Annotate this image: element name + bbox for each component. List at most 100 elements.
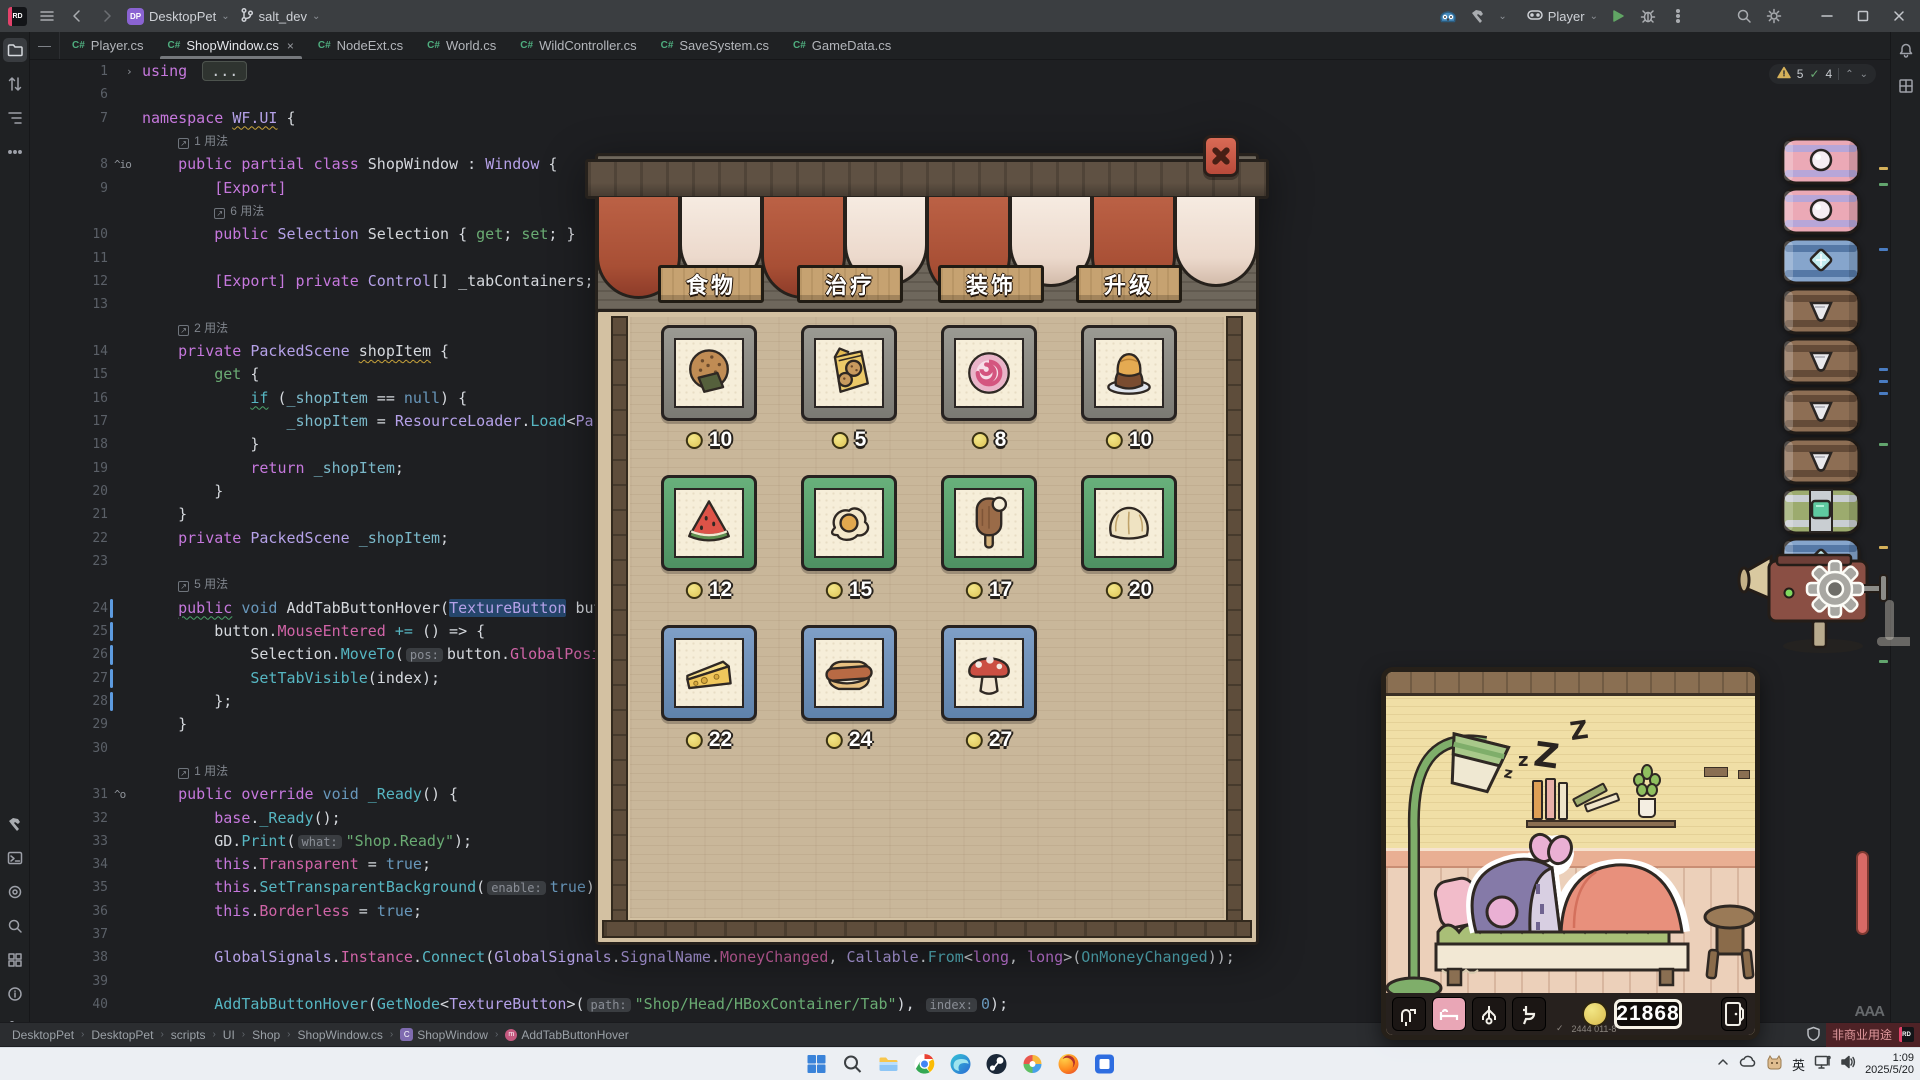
breadcrumb-item[interactable]: scripts — [171, 1028, 206, 1042]
shop-tab-2[interactable]: 治疗 — [797, 265, 903, 303]
pet-machine[interactable] — [1735, 545, 1910, 657]
shop-item-pudding[interactable] — [1081, 325, 1177, 421]
left-rail-folder-icon[interactable] — [3, 38, 27, 62]
gutter-override-icon[interactable]: ^io — [114, 153, 131, 176]
branch-widget[interactable]: salt_dev ⌄ — [240, 7, 321, 26]
file-tab-player-cs[interactable]: C#Player.cs — [60, 32, 156, 59]
breadcrumb-item[interactable]: m AddTabButtonHover — [505, 1028, 628, 1042]
taskbar-win-icon[interactable] — [804, 1052, 829, 1077]
chest-blue[interactable] — [1780, 237, 1862, 290]
settings-gear-icon[interactable] — [1764, 6, 1784, 26]
taskbar-tsearch-icon[interactable] — [840, 1052, 865, 1077]
usage-count-label[interactable]: 1 用法 — [194, 764, 228, 778]
usage-count-label[interactable]: 2 用法 — [194, 321, 228, 335]
window-minimize-button[interactable] — [1814, 5, 1840, 27]
ime-indicator[interactable]: 英 — [1792, 1055, 1805, 1074]
file-tab-savesystem-cs[interactable]: C#SaveSystem.cs — [649, 32, 781, 59]
shop-item-cookie-bag[interactable] — [801, 325, 897, 421]
journal-door-button[interactable] — [1721, 997, 1747, 1031]
prev-problem-icon[interactable]: ⌃ — [1845, 69, 1853, 80]
build-hammer-icon[interactable] — [1468, 6, 1488, 26]
shop-item-hotdog[interactable] — [801, 625, 897, 721]
right-rail-bell-icon[interactable] — [1894, 38, 1918, 62]
file-tab-nodeext-cs[interactable]: C#NodeExt.cs — [306, 32, 415, 59]
left-rail-info-icon[interactable] — [3, 982, 27, 1006]
file-tab-world-cs[interactable]: C#World.cs — [415, 32, 508, 59]
taskbar-blueapp-icon[interactable] — [1092, 1052, 1117, 1077]
more-actions-icon[interactable] — [1668, 6, 1688, 26]
taskbar-steam-icon[interactable] — [984, 1052, 1009, 1077]
file-tab-gamedata-cs[interactable]: C#GameData.cs — [781, 32, 903, 59]
gutter-override-icon[interactable]: ^o — [114, 783, 125, 806]
shop-item-cream-puff[interactable] — [801, 475, 897, 571]
chest-brown[interactable] — [1780, 337, 1862, 390]
shop-item-rice-cracker[interactable] — [661, 325, 757, 421]
main-menu-icon[interactable] — [37, 6, 57, 26]
forward-icon[interactable] — [97, 6, 117, 26]
shop-item-bread[interactable] — [1081, 475, 1177, 571]
shop-tab-3[interactable]: 装饰 — [938, 265, 1044, 303]
chest-brown[interactable] — [1780, 287, 1862, 340]
left-rail-more-icon[interactable] — [3, 140, 27, 164]
run-config-widget[interactable]: Player ⌄ — [1527, 9, 1598, 24]
file-tab-shopwindow-cs[interactable]: C#ShopWindow.cs× — [156, 32, 306, 59]
left-rail-target-icon[interactable] — [3, 880, 27, 904]
window-maximize-button[interactable] — [1850, 5, 1876, 27]
taskbar-explorer-icon[interactable] — [876, 1052, 901, 1077]
taskbar-clock[interactable]: 1:09 2025/5/20 — [1865, 1052, 1914, 1076]
license-badge[interactable]: 非商业用途 RD — [1826, 1023, 1920, 1047]
left-rail-search-icon[interactable] — [3, 914, 27, 938]
usage-count-label[interactable]: 5 用法 — [194, 577, 228, 591]
left-rail-terminal-icon[interactable] — [3, 846, 27, 870]
chest-brown[interactable] — [1780, 387, 1862, 440]
chest-pink[interactable] — [1780, 137, 1862, 190]
chest-green[interactable] — [1780, 487, 1862, 540]
pet-tray-icon[interactable] — [1766, 1054, 1783, 1075]
taskbar-chrome-icon[interactable] — [912, 1052, 937, 1077]
left-rail-commit-icon[interactable] — [3, 72, 27, 96]
chest-pink[interactable] — [1780, 187, 1862, 240]
pet-tool-chandelier[interactable] — [1472, 997, 1506, 1031]
taskbar-photos-icon[interactable] — [1020, 1052, 1045, 1077]
taskbar-firefox-icon[interactable] — [1056, 1052, 1081, 1077]
left-rail-build-icon[interactable] — [3, 948, 27, 972]
shop-item-cheese[interactable] — [661, 625, 757, 721]
breadcrumb-item[interactable]: ShopWindow.cs — [298, 1028, 383, 1042]
debug-button[interactable] — [1638, 6, 1658, 26]
fold-arrow-icon[interactable]: › — [126, 60, 133, 83]
breadcrumb-item[interactable]: DesktopPet — [12, 1028, 74, 1042]
run-button[interactable] — [1608, 6, 1628, 26]
network-display-icon[interactable] — [1814, 1055, 1831, 1074]
window-close-button[interactable] — [1886, 5, 1912, 27]
tray-expand-icon[interactable] — [1716, 1055, 1730, 1074]
onedrive-icon[interactable] — [1739, 1055, 1757, 1073]
breadcrumb-item[interactable]: C ShopWindow — [400, 1028, 488, 1042]
project-widget[interactable]: DP DesktopPet ⌄ — [127, 8, 230, 25]
shop-tab-4[interactable]: 升级 — [1076, 265, 1182, 303]
taskbar-edge-icon[interactable] — [948, 1052, 973, 1077]
shop-item-popsicle[interactable] — [941, 475, 1037, 571]
next-problem-icon[interactable]: ⌄ — [1860, 69, 1868, 80]
shop-item-watermelon[interactable] — [661, 475, 757, 571]
sleeping-pet[interactable] — [1446, 810, 1698, 957]
usage-count-label[interactable]: 1 用法 — [194, 134, 228, 148]
breadcrumb-item[interactable]: DesktopPet — [91, 1028, 153, 1042]
shop-tab-1[interactable]: 食物 — [658, 265, 764, 303]
hide-tabs-icon[interactable]: — — [38, 38, 51, 53]
godot-editor-icon[interactable] — [1438, 6, 1458, 26]
inspections-widget[interactable]: 5 ✓ 4 ⌃ ⌄ — [1769, 64, 1876, 84]
right-rail-grid-icon[interactable] — [1894, 74, 1918, 98]
shop-close-button[interactable] — [1203, 135, 1239, 177]
tabstrip-lead[interactable]: — — [30, 32, 60, 59]
file-tab-wildcontroller-cs[interactable]: C#WildController.cs — [508, 32, 648, 59]
back-icon[interactable] — [67, 6, 87, 26]
breadcrumb-item[interactable]: Shop — [252, 1028, 280, 1042]
breadcrumb-item[interactable]: UI — [223, 1028, 235, 1042]
volume-icon[interactable] — [1840, 1055, 1856, 1074]
close-tab-icon[interactable]: × — [287, 39, 294, 53]
left-rail-hammer-icon[interactable] — [3, 812, 27, 836]
shop-item-naruto-swirl[interactable] — [941, 325, 1037, 421]
left-rail-structure-icon[interactable] — [3, 106, 27, 130]
shop-item-mushroom[interactable] — [941, 625, 1037, 721]
usage-count-label[interactable]: 6 用法 — [230, 204, 264, 218]
